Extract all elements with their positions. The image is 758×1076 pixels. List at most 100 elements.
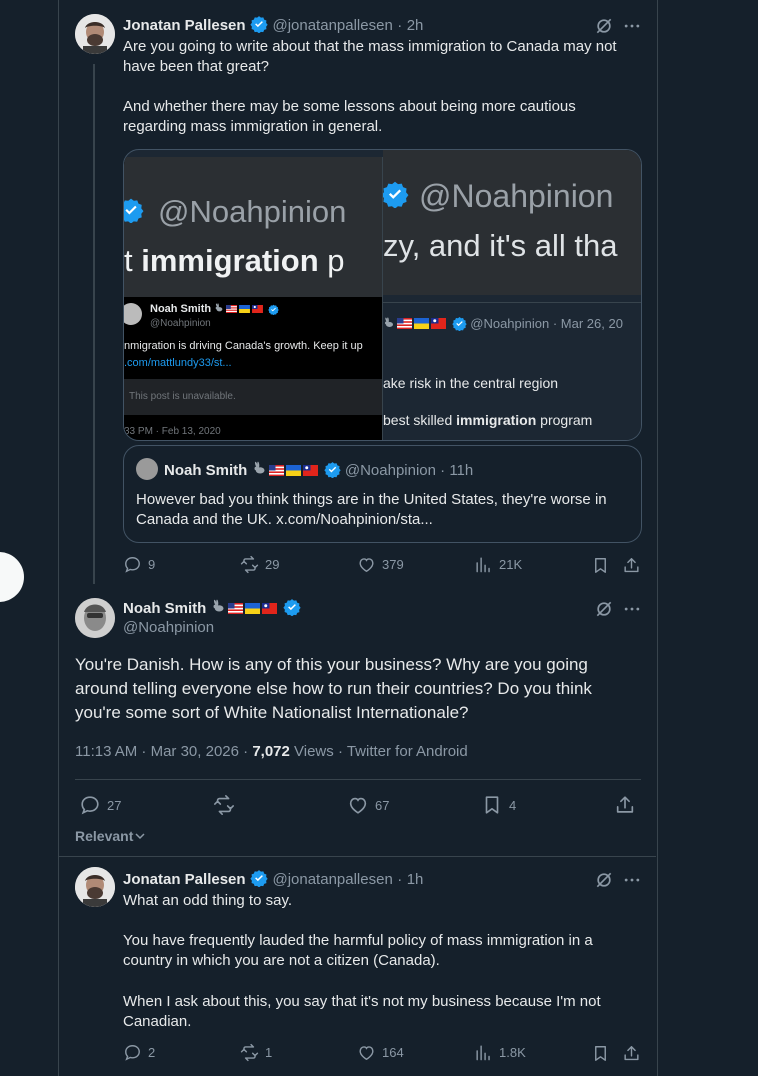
right-caption: zy, and it's all tha — [383, 228, 618, 263]
reply-text-p3: When I ask about this, you say that it's… — [123, 993, 601, 1030]
ukraine-flag-icon — [239, 305, 250, 313]
bookmark-icon — [481, 794, 503, 816]
repost-icon — [213, 794, 235, 816]
avatar-jonatan[interactable] — [75, 867, 115, 907]
views-button[interactable]: 21K — [474, 555, 522, 574]
quote-text: However bad you think things are in the … — [136, 491, 607, 528]
left-screenshot: @Noahpinion t immigration p Noah Smith @… — [124, 157, 383, 440]
main-post-header: Noah Smith — [123, 598, 301, 618]
verified-badge-icon — [452, 316, 467, 331]
repost-icon — [240, 555, 259, 574]
author-name[interactable]: Noah Smith — [123, 600, 206, 617]
share-icon[interactable] — [614, 794, 636, 816]
inner-name: Noah Smith — [150, 303, 212, 315]
author-handle[interactable]: @jonatanpallesen — [272, 17, 392, 34]
sort-dropdown[interactable]: Relevant — [75, 828, 146, 844]
more-icon[interactable] — [622, 599, 642, 619]
quote-time: 11h — [449, 462, 474, 479]
verified-badge-icon — [123, 197, 144, 223]
quote-handle: @Noahpinion — [344, 462, 436, 479]
author-name[interactable]: Jonatan Pallesen — [123, 17, 246, 34]
verified-badge-icon — [381, 180, 409, 208]
like-button[interactable]: 67 — [347, 794, 389, 816]
grok-icon[interactable] — [594, 599, 614, 619]
quoted-media-card[interactable]: @Noahpinion zy, and it's all tha @Noahpi… — [123, 149, 642, 441]
taiwan-flag-icon — [262, 603, 277, 614]
reply-icon — [123, 555, 142, 574]
verified-badge-icon — [283, 598, 301, 616]
left-caption: t immigration p — [124, 243, 345, 278]
like-count: 67 — [375, 797, 390, 813]
timestamp[interactable]: 11:13 AM · Mar 30, 2026 · — [75, 743, 252, 760]
reply-text-p1: What an odd thing to say. — [123, 892, 292, 909]
repost-button[interactable]: 29 — [240, 555, 279, 574]
verified-badge-icon — [268, 304, 279, 315]
avatar-jonatan[interactable] — [75, 14, 115, 54]
reply-button[interactable]: 27 — [79, 794, 121, 816]
bookmark-icon[interactable] — [591, 556, 610, 575]
more-icon[interactable] — [622, 870, 642, 890]
share-icon[interactable] — [622, 556, 641, 575]
inner-name-row: Noah Smith — [150, 303, 279, 315]
repost-count: 29 — [265, 557, 280, 572]
post-time[interactable]: 1h — [407, 871, 424, 888]
avatar-noah[interactable] — [75, 598, 115, 638]
inner-link: .com/mattlundy33/st... — [124, 357, 232, 369]
views-icon — [474, 555, 493, 574]
like-button[interactable]: 164 — [357, 1043, 404, 1062]
reply-count: 9 — [148, 557, 156, 572]
right-screenshot: @Noahpinion zy, and it's all tha @Noahpi… — [383, 150, 641, 440]
author-handle[interactable]: @Noahpinion — [123, 619, 214, 636]
right-line1: ake risk in the central region — [383, 375, 559, 391]
views-count: 21K — [499, 557, 523, 572]
inner-unavailable: This post is unavailable. — [129, 391, 236, 402]
author-name[interactable]: Jonatan Pallesen — [123, 871, 246, 888]
bookmark-button[interactable]: 4 — [481, 794, 516, 816]
author-handle[interactable]: @jonatanpallesen — [272, 871, 392, 888]
bookmark-count: 4 — [509, 797, 517, 813]
ukraine-flag-icon — [286, 465, 301, 476]
repost-button[interactable]: 1 — [240, 1043, 272, 1062]
source: · Twitter for Android — [333, 743, 468, 760]
repost-button[interactable] — [213, 794, 241, 816]
inner-text: nmigration is driving Canada's growth. K… — [124, 340, 363, 352]
scroll-indicator[interactable] — [0, 552, 24, 602]
ukraine-flag-icon — [245, 603, 260, 614]
quoted-tweet-card[interactable]: Noah Smith @Noahpinion · 11h However bad… — [123, 445, 642, 543]
repost-count: 1 — [265, 1045, 273, 1060]
inner-date: 33 PM · Feb 13, 2020 — [124, 426, 221, 437]
right-header-row: @Noahpinion · Mar 26, 20 — [383, 316, 623, 331]
main-post-text: You're Danish. How is any of this your b… — [75, 655, 592, 722]
verified-badge-icon — [250, 15, 268, 33]
reply-button[interactable]: 9 — [123, 555, 155, 574]
grok-icon[interactable] — [594, 870, 614, 890]
quote-avatar[interactable] — [136, 458, 158, 480]
right-watermark: @Noahpinion — [419, 178, 614, 214]
grok-icon[interactable] — [594, 16, 614, 36]
share-icon[interactable] — [622, 1044, 641, 1063]
rabbit-icon — [214, 303, 224, 313]
left-watermark: @Noahpinion — [158, 194, 347, 229]
inner-handle: @Noahpinion — [150, 318, 211, 329]
separator: · — [440, 462, 446, 479]
rabbit-icon — [383, 317, 395, 329]
thread-line — [93, 64, 95, 584]
reply-header: Jonatan Pallesen @jonatanpallesen · 1h — [123, 869, 423, 889]
views-icon — [474, 1043, 493, 1062]
reply-count: 2 — [148, 1045, 156, 1060]
reply-icon — [79, 794, 101, 816]
post-time[interactable]: 2h — [407, 17, 424, 34]
like-icon — [357, 1043, 376, 1062]
separator: · — [397, 17, 403, 34]
rabbit-icon — [252, 461, 267, 476]
taiwan-flag-icon — [431, 318, 446, 329]
like-button[interactable]: 379 — [357, 555, 404, 574]
bookmark-icon[interactable] — [591, 1044, 610, 1063]
more-icon[interactable] — [622, 16, 642, 36]
like-icon — [357, 555, 376, 574]
reply-text-p2: You have frequently lauded the harmful p… — [123, 932, 593, 969]
sort-label: Relevant — [75, 828, 134, 844]
rabbit-icon — [211, 599, 226, 614]
reply-button[interactable]: 2 — [123, 1043, 155, 1062]
views-button[interactable]: 1.8K — [474, 1043, 526, 1062]
